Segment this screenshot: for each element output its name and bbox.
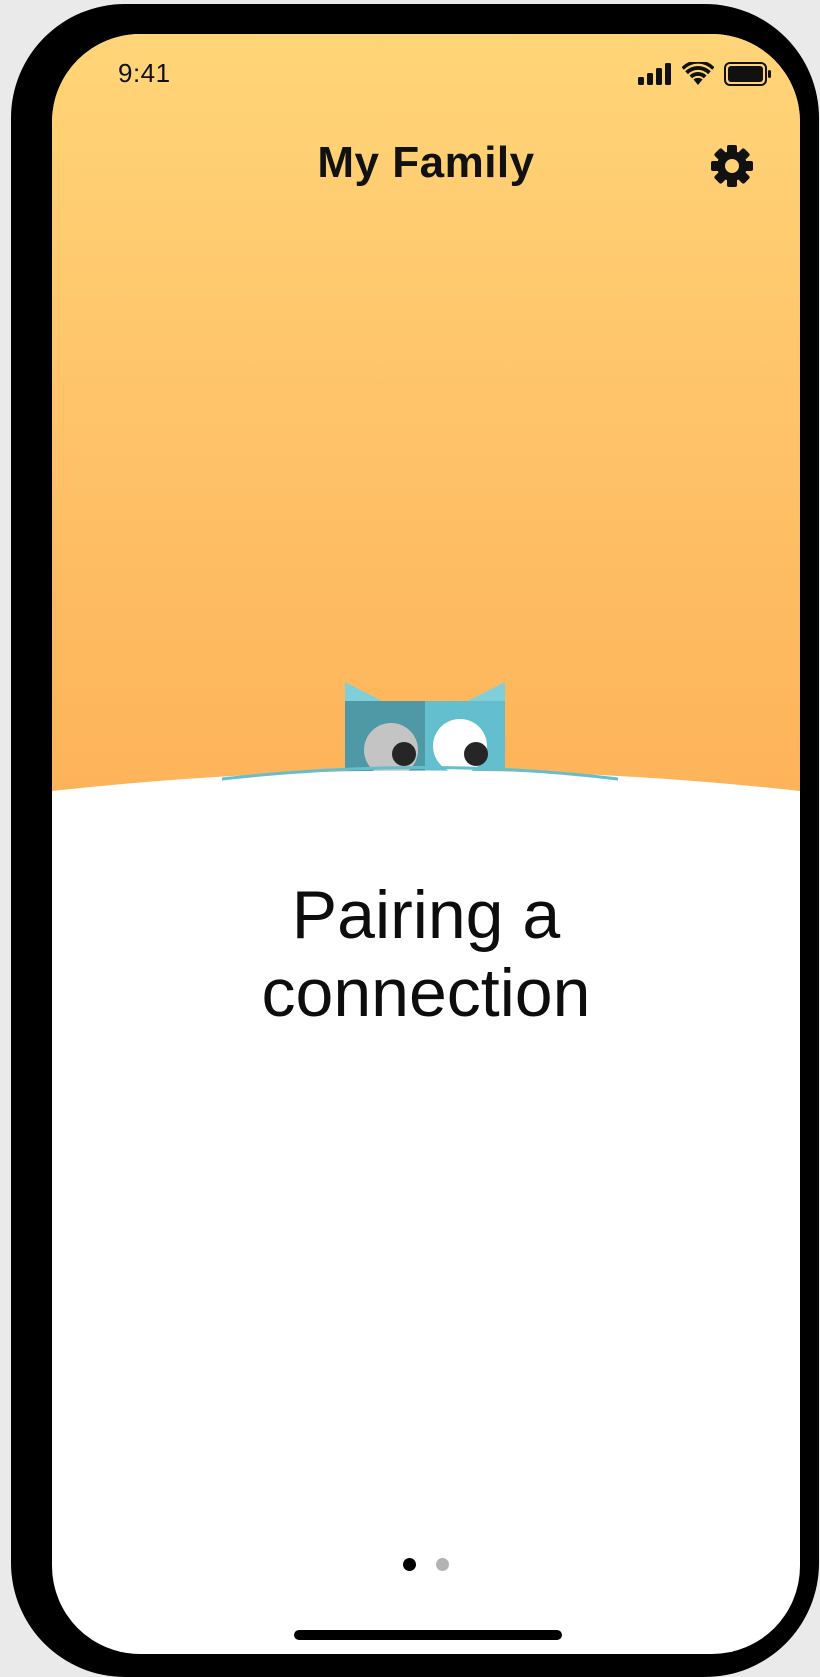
phone-frame: 9:41 My Family Pairing a connection: [11, 4, 819, 1677]
curved-hill: [52, 770, 800, 854]
peeking-box-mascot: [52, 682, 800, 854]
home-indicator[interactable]: [294, 1630, 562, 1640]
headline-line-1: Pairing a: [291, 877, 561, 953]
pagination-dots: [52, 1558, 800, 1571]
headline: Pairing a connection: [52, 876, 800, 1032]
screen: 9:41 My Family Pairing a connection: [52, 34, 800, 1654]
page-dot-2[interactable]: [436, 1558, 449, 1571]
page-dot-1[interactable]: [403, 1558, 416, 1571]
headline-line-2: connection: [261, 955, 591, 1031]
